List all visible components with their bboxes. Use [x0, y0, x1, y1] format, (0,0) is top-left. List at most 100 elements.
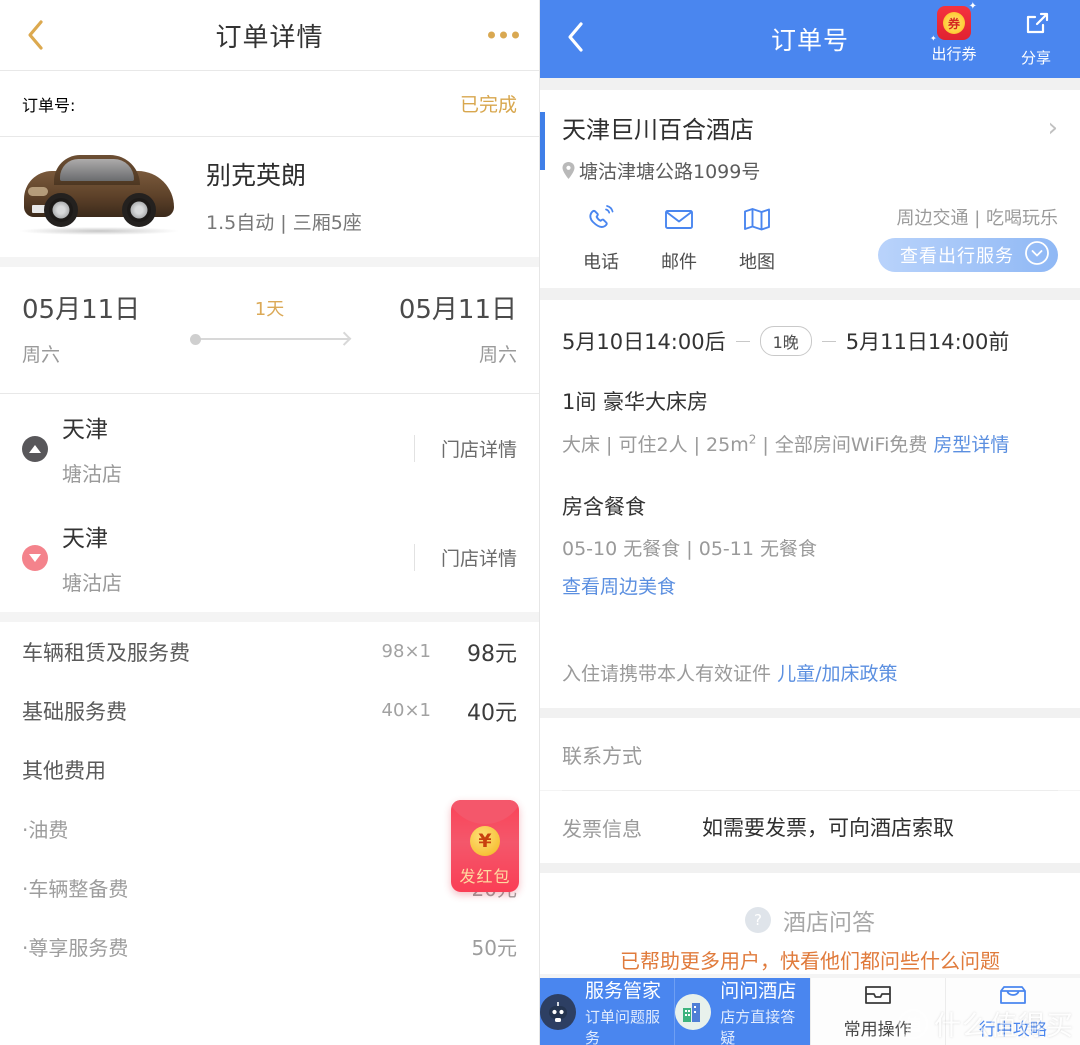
fee-row: 基础服务费 40×1 40元 [0, 681, 539, 740]
room-spec-part2: | 全部房间WiFi免费 [756, 434, 928, 456]
hotel-action-row: 电话 邮件 地图 周边交通 | 吃喝玩乐 查看出行服务 [562, 202, 1058, 274]
page-title: 订单详情 [215, 22, 324, 53]
hotel-order-panel: 订单号 ✦ ✦ 券 出行券 分享 天津巨川百合酒店 › 塘沽津塘公路1099号 … [540, 0, 1080, 1045]
stay-date-line: 5月10日14:00后 1晚 5月11日14:00前 [562, 326, 1058, 356]
dot [512, 31, 519, 39]
phone-icon [584, 202, 618, 240]
dot [500, 31, 507, 39]
watermark-text: 什么值得买 [934, 1011, 1074, 1042]
travel-coupon-label: 出行券 [931, 45, 977, 63]
id-note: 入住请携带本人有效证件 儿童/加床政策 [562, 659, 1058, 686]
dropoff-store-detail-link[interactable]: 门店详情 [413, 544, 539, 571]
hotel-card: 天津巨川百合酒店 › 塘沽津塘公路1099号 电话 邮件 地图 周边交通 | 吃… [540, 90, 1080, 288]
hotel-title-row[interactable]: 天津巨川百合酒店 › [562, 110, 1058, 145]
share-label: 分享 [1020, 49, 1051, 67]
nearby-services: 周边交通 | 吃喝玩乐 查看出行服务 [878, 204, 1058, 274]
service-butler-title: 服务管家 [585, 979, 662, 1002]
send-red-packet-button[interactable]: ¥ 发红包 [451, 800, 519, 892]
phone-label: 电话 [583, 252, 619, 273]
section-gap [540, 863, 1080, 873]
yuan-coin-icon: ¥ [470, 826, 500, 856]
dash [821, 340, 836, 342]
room-detail-link[interactable]: 房型详情 [933, 434, 1009, 456]
fee-name: 其他费用 [22, 758, 106, 783]
fee-name: 车辆租赁及服务费 [22, 640, 190, 665]
share-button[interactable]: 分享 [1004, 6, 1068, 68]
room-spec: 大床 | 可住2人 | 25m2 | 全部房间WiFi免费 房型详情 [562, 430, 1058, 457]
meal-title: 房含餐食 [562, 495, 646, 519]
red-packet-label: 发红包 [459, 867, 511, 886]
hotel-qa-title: 酒店问答 [783, 910, 875, 936]
hotel-name: 天津巨川百合酒店 [562, 116, 754, 144]
dropoff-weekday: 周六 [478, 344, 517, 366]
dropoff-store-name: 塘沽店 [62, 571, 122, 595]
back-button[interactable] [558, 22, 592, 56]
fee-name: ·油费 [22, 818, 69, 842]
pickup-store-detail-link[interactable]: 门店详情 [413, 435, 539, 462]
coupon-icon: ✦ ✦ 券 [930, 1, 977, 43]
section-gap [540, 288, 1080, 300]
view-trip-service-button[interactable]: 查看出行服务 [878, 238, 1058, 272]
checkout-time: 5月11日14:00前 [845, 330, 1010, 354]
car-name: 别克英朗 [206, 160, 307, 190]
nearby-food-link[interactable]: 查看周边美食 [562, 572, 1058, 599]
fee-name: ·尊享服务费 [22, 936, 129, 960]
dash [735, 340, 750, 342]
chevron-down-circle-icon [1024, 240, 1050, 270]
inbox-icon [863, 983, 893, 1011]
fee-row: 其他费用 [0, 740, 539, 799]
pickup-city: 天津 [62, 417, 108, 443]
section-gap [0, 257, 539, 267]
checkin-time: 5月10日14:00后 [562, 330, 726, 354]
back-button[interactable] [18, 18, 52, 52]
section-gap [0, 612, 539, 622]
dropoff-date-block: 05月11日 周六 [367, 289, 517, 367]
dropoff-date: 05月11日 [398, 295, 517, 325]
ask-hotel-title: 问问酒店 [720, 979, 797, 1002]
mail-action[interactable]: 邮件 [640, 202, 718, 274]
fee-name: 基础服务费 [22, 699, 127, 724]
invoice-row[interactable]: 发票信息 如需要发票，可向酒店索取 [540, 791, 1080, 863]
question-bubble-icon: ? [745, 907, 771, 933]
travel-coupon-button[interactable]: ✦ ✦ 券 出行券 [922, 1, 986, 68]
more-dots-icon[interactable] [488, 31, 519, 39]
fee-amount: 98元 [467, 641, 517, 667]
watermark-badge: 值 [898, 1008, 928, 1039]
hotel-qa-section[interactable]: ? 酒店问答 已帮助更多用户，快看他们都问些什么问题 [540, 873, 1080, 974]
pickup-store-row[interactable]: 天津 塘沽店 门店详情 [0, 394, 539, 503]
child-extra-bed-policy-link[interactable]: 儿童/加床政策 [777, 663, 897, 685]
arrow-icon [189, 331, 351, 346]
dropoff-city: 天津 [62, 526, 108, 552]
contact-label: 联系方式 [562, 743, 642, 768]
rental-date-range: 05月11日 周六 1天 05月11日 周六 [0, 267, 539, 393]
map-action[interactable]: 地图 [718, 202, 796, 274]
duration-label: 1天 [254, 299, 285, 320]
meal-detail: 05-10 无餐食 | 05-11 无餐食 [562, 538, 817, 560]
fee-quantity: 40×1 [381, 700, 431, 721]
fee-amount: 40元 [467, 700, 517, 726]
car-summary[interactable]: 别克英朗 1.5自动 | 三厢5座 [0, 137, 539, 257]
dropoff-marker-icon [22, 544, 48, 571]
id-note-text: 入住请携带本人有效证件 [562, 663, 772, 685]
nights-badge: 1晚 [759, 326, 812, 356]
hotel-building-icon [675, 993, 712, 1030]
watermark: 值 什么值得买 [898, 1004, 1074, 1043]
car-photo [10, 147, 188, 243]
contact-row[interactable]: 联系方式 [540, 718, 1080, 790]
service-butler-subtitle: 订单问题服务 [585, 1007, 661, 1045]
chevron-left-icon [565, 21, 585, 57]
ask-hotel-button[interactable]: 问问酒店 店方直接答疑 [674, 978, 810, 1045]
coupon-glyph: 券 [943, 12, 965, 34]
fee-quantity: 98×1 [381, 641, 431, 662]
accent-bar [540, 112, 545, 170]
room-spec-part1: 大床 | 可住2人 | 25m [562, 434, 749, 456]
dropoff-store-row[interactable]: 天津 塘沽店 门店详情 [0, 503, 539, 612]
order-number-row[interactable]: 订单号: 已完成 [0, 71, 539, 136]
phone-action[interactable]: 电话 [562, 202, 640, 274]
robot-icon [540, 993, 576, 1030]
chevron-right-icon[interactable]: › [1048, 115, 1058, 141]
invoice-value: 如需要发票，可向酒店索取 [702, 816, 954, 840]
fee-amount: 50元 [471, 936, 517, 960]
hotel-qa-subtitle: 已帮助更多用户，快看他们都问些什么问题 [620, 949, 1000, 973]
service-butler-button[interactable]: 服务管家 订单问题服务 [540, 978, 675, 1045]
